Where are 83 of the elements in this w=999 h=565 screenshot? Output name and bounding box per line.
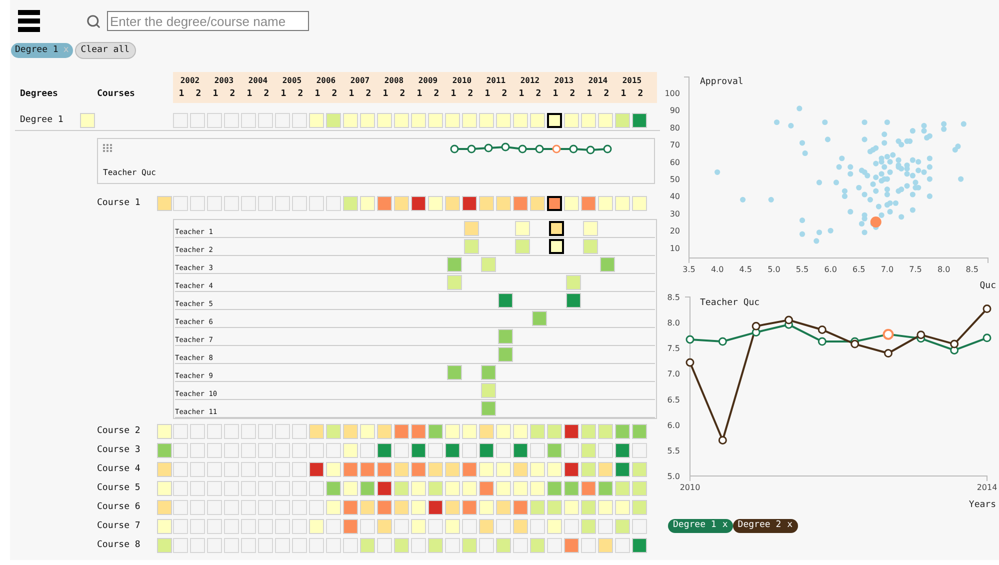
year-label: 2013 [554,75,574,87]
year-label: 2014 [588,75,608,87]
semester-label: 1 [416,88,424,101]
semester-label: 2 [364,88,372,101]
semester-label: 2 [432,88,440,101]
year-label: 2002 [180,75,200,87]
tick-label: 6.5 [667,395,680,404]
tick-label: 5.0 [768,265,780,274]
year-label: 2012 [520,75,540,87]
tick-label: 7.0 [667,370,680,379]
semester-label: 1 [314,88,322,101]
tick-label: 6.0 [824,265,837,274]
semester-label: 2 [398,88,406,101]
semester-label: 1 [280,88,288,101]
tick-label: 100 [664,89,680,98]
summary-label: Teacher Quc [103,167,157,179]
year-label: 2005 [282,75,302,87]
tick-label: 10 [670,244,680,253]
semester-label: 2 [194,88,202,101]
year-label: 2010 [452,75,472,87]
semester-label: 2 [500,88,508,101]
tick-label: 8.0 [667,318,680,328]
tick-label: 2014 [976,483,998,492]
tick-label: 40 [670,192,680,202]
semester-label: 1 [484,88,492,101]
tick-label: 8.5 [966,265,978,274]
tick-label: 70 [670,140,680,150]
tick-label: 2010 [680,483,700,492]
year-label: 2006 [316,75,336,87]
year-label: 2003 [214,75,234,87]
column-heading: Degrees [20,88,58,98]
tick-label: 8.0 [937,265,950,274]
tick-label: 7.5 [909,265,922,274]
tick-label: 6.5 [852,265,866,274]
tick-label: 20 [670,226,680,236]
column-heading: Courses [97,88,135,98]
tick-label: 90 [670,106,680,116]
year-label: 2015 [622,75,642,87]
semester-label: 2 [330,88,338,101]
chip-label: Degree 1 [15,44,58,57]
axis-title: Approval [700,77,744,87]
tick-label: 5.0 [667,472,680,481]
tick-label: 5.5 [796,265,809,274]
tick-label: 8.5 [667,293,680,302]
semester-label: 2 [296,88,304,101]
tick-label: 30 [670,209,680,218]
semester-label: 2 [568,88,576,101]
chip-label: Degree 2 [738,519,782,532]
semester-label: 2 [262,88,270,101]
tick-label: 6.0 [667,420,680,430]
tick-label: 4.0 [710,265,724,274]
semester-label: 1 [518,88,526,101]
axis-title: Quc [980,281,996,289]
semester-label: 2 [636,88,644,101]
tick-label: 7.5 [667,344,680,354]
year-label: 2011 [486,75,506,87]
axis-title: Years [968,500,996,510]
semester-label: 1 [620,88,628,101]
year-label: 2007 [350,75,370,87]
semester-label: 1 [450,88,458,101]
semester-label: 1 [586,88,594,101]
chip-label: Degree 1 [673,519,716,532]
semester-label: 1 [246,88,254,101]
semester-label: 1 [348,88,356,101]
semester-label: 2 [466,88,474,101]
tick-label: 80 [670,123,680,132]
tick-label: 5.5 [667,446,680,456]
semester-label: 2 [534,88,542,101]
year-label: 2008 [384,75,404,87]
semester-label: 1 [178,88,186,101]
tick-label: 3.5 [682,265,696,274]
axis-title: Teacher Quc [700,298,760,308]
tick-label: 50 [670,175,680,184]
semester-label: 2 [228,88,236,101]
year-label: 2004 [248,75,268,87]
semester-label: 2 [602,88,610,101]
tick-label: 4.5 [739,265,752,274]
tick-label: 60 [670,158,680,167]
tick-label: 7.0 [880,265,894,274]
semester-label: 1 [212,88,220,101]
semester-label: 1 [552,88,560,101]
semester-label: 1 [382,88,390,101]
year-label: 2009 [418,75,438,87]
